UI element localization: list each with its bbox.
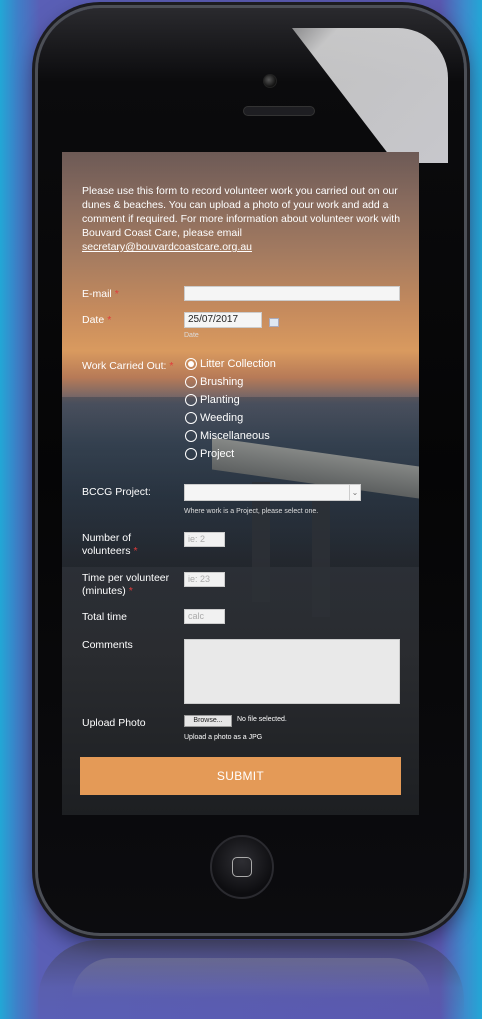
radio-weeding[interactable]: Weeding (185, 412, 243, 424)
required-marker: * (107, 314, 112, 326)
radio-unchecked-icon[interactable] (185, 430, 197, 442)
project-label: BCCG Project: (82, 486, 151, 498)
radio-unchecked-icon[interactable] (185, 412, 197, 424)
time-field[interactable]: ie: 23 (184, 572, 225, 587)
work-label-text: Work Carried Out: (82, 360, 167, 372)
required-marker: * (128, 585, 133, 597)
upload-hint: Upload a photo as a JPG (184, 734, 263, 741)
volunteer-form: Please use this form to record volunteer… (62, 152, 419, 815)
time-label: Time per volunteer (minutes) * (82, 572, 169, 598)
email-label-text: E-mail (82, 288, 112, 300)
required-marker: * (114, 288, 119, 300)
email-field[interactable] (184, 286, 400, 301)
required-marker: * (133, 545, 138, 557)
comments-textarea[interactable] (184, 639, 400, 704)
intro-paragraph: Please use this form to record volunteer… (82, 185, 401, 239)
calendar-icon[interactable] (269, 318, 279, 327)
volunteers-label-line1: Number of (82, 532, 132, 544)
volunteers-field[interactable]: ie: 2 (184, 532, 225, 547)
radio-miscellaneous[interactable]: Miscellaneous (185, 430, 270, 442)
reflection-glare (72, 958, 430, 998)
browse-button[interactable]: Browse... (184, 715, 232, 727)
project-hint: Where work is a Project, please select o… (184, 508, 319, 515)
radio-litter-collection[interactable]: Litter Collection (185, 358, 276, 370)
radio-label: Litter Collection (200, 358, 276, 370)
volunteers-label: Number of volunteers * (82, 532, 138, 558)
radio-planting[interactable]: Planting (185, 394, 240, 406)
date-label: Date * (82, 314, 111, 326)
no-file-text: No file selected. (237, 716, 287, 723)
total-label: Total time (82, 611, 127, 623)
date-field[interactable]: 25/07/2017 (184, 312, 262, 328)
intro-text: Please use this form to record volunteer… (82, 184, 407, 254)
total-field[interactable]: calc (184, 609, 225, 624)
radio-label: Planting (200, 394, 240, 406)
radio-unchecked-icon[interactable] (185, 376, 197, 388)
date-label-text: Date (82, 314, 105, 326)
home-square-icon (232, 857, 252, 877)
radio-checked-icon[interactable] (185, 358, 197, 370)
required-marker: * (169, 360, 174, 372)
radio-project[interactable]: Project (185, 448, 234, 460)
upload-label: Upload Photo (82, 717, 146, 729)
comments-label: Comments (82, 639, 133, 651)
time-label-line2: (minutes) (82, 585, 126, 597)
phone-screen: Please use this form to record volunteer… (62, 152, 419, 815)
work-label: Work Carried Out: * (82, 360, 174, 372)
chevron-down-icon[interactable]: ⌄ (349, 485, 360, 500)
camera-icon (263, 74, 277, 88)
radio-brushing[interactable]: Brushing (185, 376, 243, 388)
glass-glare (292, 28, 448, 163)
time-label-line1: Time per volunteer (82, 572, 170, 584)
date-hint: Date (184, 332, 199, 339)
radio-label: Miscellaneous (200, 430, 270, 442)
speaker-grille (243, 106, 315, 116)
radio-unchecked-icon[interactable] (185, 394, 197, 406)
project-select[interactable]: ⌄ (184, 484, 361, 501)
radio-label: Weeding (200, 412, 244, 424)
phone-reflection (38, 940, 464, 1019)
radio-label: Project (200, 448, 235, 460)
volunteers-label-line2: volunteers (82, 545, 131, 557)
submit-button[interactable]: SUBMIT (80, 757, 401, 795)
radio-label: Brushing (200, 376, 244, 388)
home-button[interactable] (210, 835, 274, 899)
email-link[interactable]: secretary@bouvardcoastcare.org.au (82, 241, 252, 253)
radio-unchecked-icon[interactable] (185, 448, 197, 460)
email-label: E-mail * (82, 288, 119, 300)
